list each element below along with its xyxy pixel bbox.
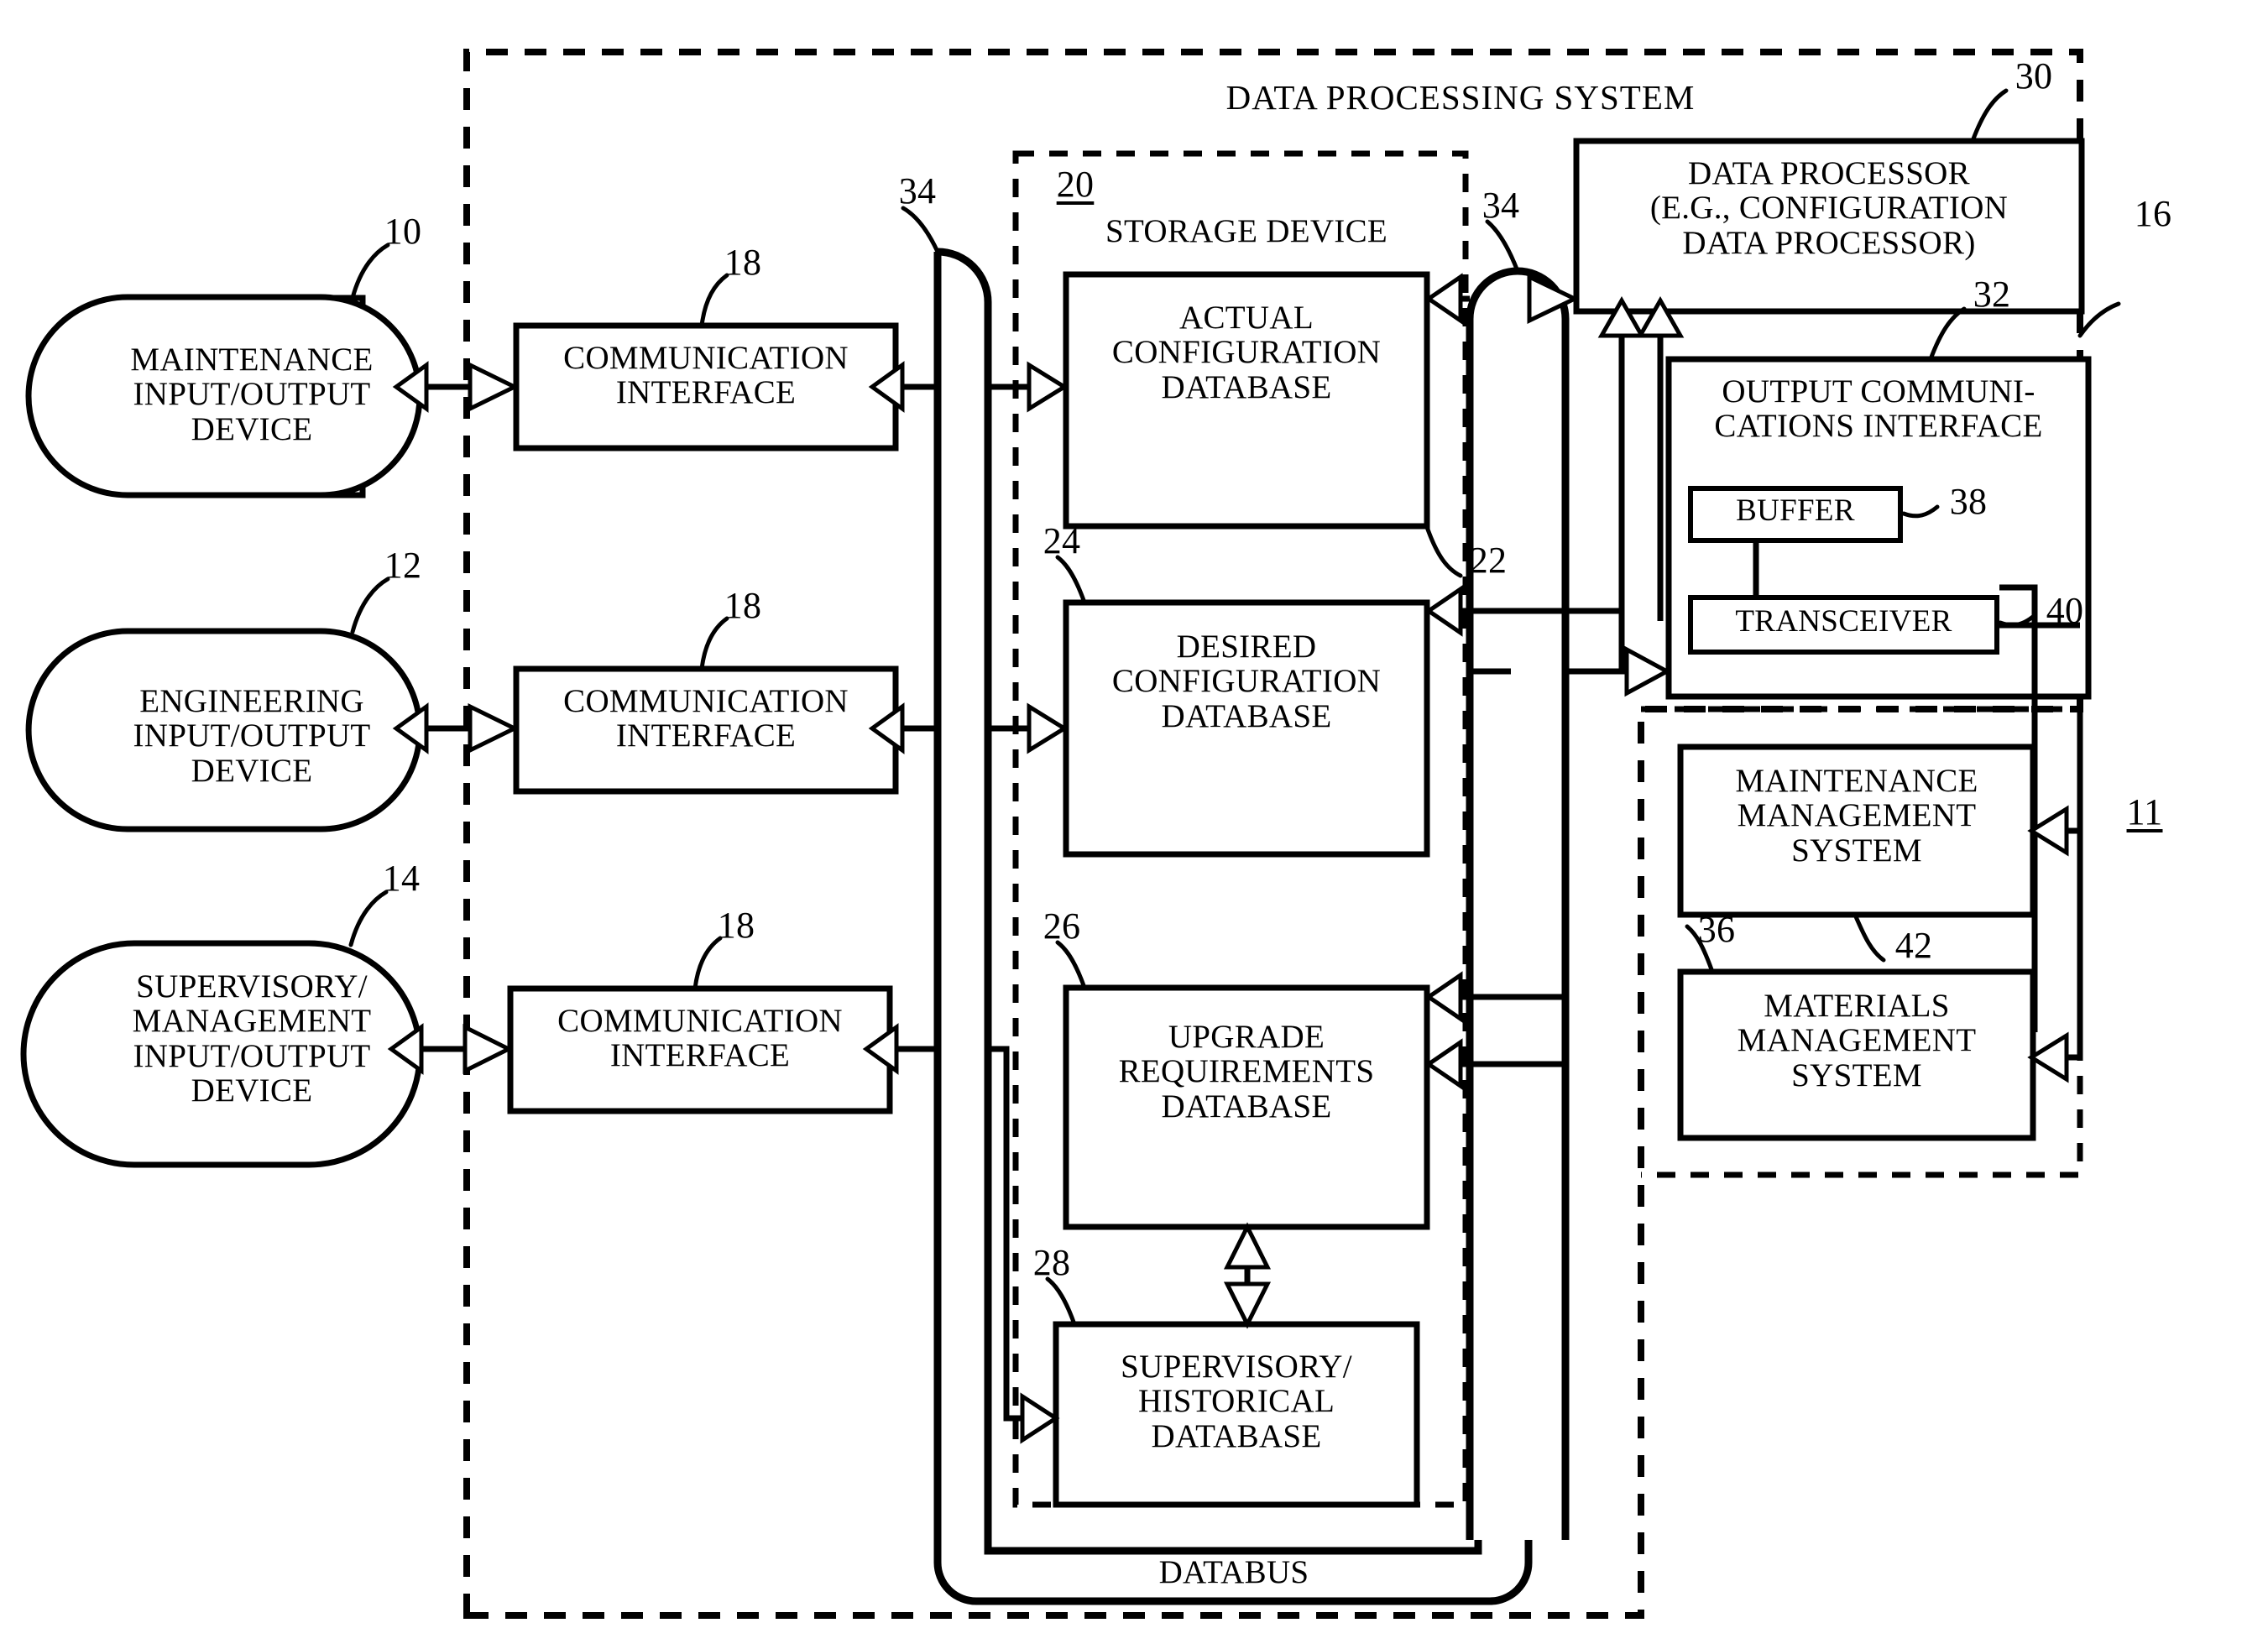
comm-interface-label-3: COMMUNICATION INTERFACE	[557, 1003, 843, 1074]
database-label-actual-configuration: ACTUAL CONFIGURATION DATABASE	[1111, 300, 1382, 405]
output-comm-interface-label: OUTPUT COMMUNI- CATIONS INTERFACE	[1714, 373, 2043, 445]
ref-number-16: 16	[2134, 193, 2172, 234]
comm-interface-label-1: COMMUNICATION INTERFACE	[563, 340, 849, 411]
ref-number-32: 32	[1973, 274, 2011, 315]
database-label-upgrade-requirements: UPGRADE REQUIREMENTS DATABASE	[1118, 1019, 1375, 1125]
ref-number-36: 36	[1697, 909, 1736, 950]
databus-right-riser	[1466, 267, 1570, 1540]
ref-number-42: 42	[1894, 925, 1933, 966]
ref-number-30: 30	[2015, 55, 2053, 97]
ref-number-34-left: 34	[898, 170, 937, 211]
ref-number-28: 28	[1032, 1242, 1071, 1283]
ref-number-10: 10	[384, 211, 422, 252]
ref-number-12: 12	[384, 545, 422, 586]
ref-number-26: 26	[1043, 905, 1081, 947]
ref-number-11: 11	[2126, 791, 2163, 832]
ref-number-18-a: 18	[724, 242, 762, 283]
database-shapes	[1053, 271, 1430, 1508]
figure-canvas: .ln{stroke:#000;fill:none;} .w5{stroke-w…	[0, 0, 2268, 1649]
io-device-label-maintenance: MAINTENANCE INPUT/OUTPUT DEVICE	[130, 342, 374, 447]
storage-device-label: STORAGE DEVICE	[1105, 213, 1388, 249]
ref-number-40: 40	[2046, 590, 2084, 631]
page-title: DATA PROCESSING SYSTEM	[1225, 78, 1696, 117]
database-label-supervisory-historical: SUPERVISORY/ HISTORICAL DATABASE	[1121, 1349, 1352, 1454]
maintenance-management-system-label: MAINTENANCE MANAGEMENT SYSTEM	[1735, 763, 1978, 869]
ref-number-20: 20	[1056, 164, 1095, 205]
ref-number-34-right: 34	[1482, 185, 1520, 226]
databus-label: DATABUS	[1158, 1554, 1309, 1590]
comm-interface-label-2: COMMUNICATION INTERFACE	[563, 683, 849, 754]
database-label-desired-configuration: DESIRED CONFIGURATION DATABASE	[1111, 629, 1382, 734]
ref-number-38: 38	[1949, 481, 1988, 522]
ref-number-14: 14	[382, 858, 421, 899]
buffer-label: BUFFER	[1736, 493, 1855, 528]
ref-number-18-c: 18	[717, 905, 755, 946]
io-device-label-engineering: ENGINEERING INPUT/OUTPUT DEVICE	[133, 683, 371, 789]
io-device-label-supervisory: SUPERVISORY/ MANAGEMENT INPUT/OUTPUT DEV…	[132, 968, 372, 1109]
data-processor-label: DATA PROCESSOR (E.G., CONFIGURATION DATA…	[1649, 155, 2009, 261]
ref-number-24: 24	[1043, 520, 1081, 561]
ref-number-18-b: 18	[724, 585, 762, 626]
transceiver-label: TRANSCEIVER	[1735, 604, 1952, 639]
materials-management-system-label: MATERIALS MANAGEMENT SYSTEM	[1737, 988, 1977, 1093]
ref-number-22: 22	[1469, 540, 1508, 581]
